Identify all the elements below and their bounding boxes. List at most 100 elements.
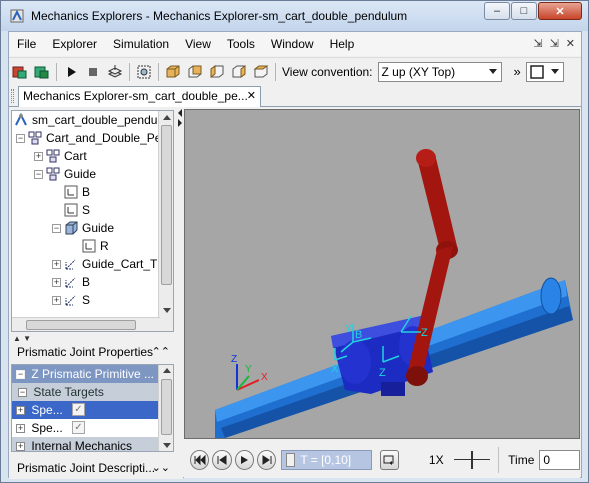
scroll-down-icon[interactable] xyxy=(163,443,171,448)
dock-icon[interactable]: ⇲ xyxy=(550,37,559,50)
collapse-icon[interactable]: − xyxy=(16,370,25,380)
expand-icon[interactable]: + xyxy=(52,259,61,269)
open-model-icon xyxy=(12,66,27,78)
time-scrubber-handle[interactable] xyxy=(286,453,296,467)
expand-icon[interactable]: + xyxy=(16,424,25,434)
property-row[interactable]: + Spe... ✓ xyxy=(12,419,159,437)
tree-item[interactable]: + Guide_Cart_T xyxy=(52,255,157,273)
play-pause-button[interactable] xyxy=(234,450,254,470)
tab-mechanics-explorer[interactable]: Mechanics Explorer-sm_cart_double_pe... … xyxy=(18,86,261,107)
drag-grip-icon[interactable] xyxy=(11,89,14,103)
minimize-button[interactable]: – xyxy=(484,2,510,20)
view-front-button[interactable] xyxy=(162,61,184,83)
cart-double-pendulum-scene[interactable]: Y B Z X Z Z X Y xyxy=(185,110,580,439)
expand-panel-icon[interactable]: ⌄⌄ xyxy=(152,458,170,478)
maximize-button[interactable]: □ xyxy=(511,2,537,20)
tree-root[interactable]: sm_cart_double_pendul xyxy=(14,111,160,129)
scroll-up-icon[interactable] xyxy=(163,115,171,120)
tree-item[interactable]: + S xyxy=(52,291,90,309)
app-window: Mechanics Explorers - Mechanics Explorer… xyxy=(0,0,589,483)
section-row[interactable]: − Z Prismatic Primitive ... xyxy=(12,365,159,383)
menu-file[interactable]: File xyxy=(9,32,44,56)
step-back-button[interactable] xyxy=(212,450,232,470)
tree-horizontal-scrollbar[interactable] xyxy=(12,317,160,331)
menu-explorer[interactable]: Explorer xyxy=(44,32,105,56)
view-top-button[interactable] xyxy=(250,61,272,83)
property-row[interactable]: + Spe... ✓ xyxy=(12,401,159,419)
frame-port-icon xyxy=(64,185,78,199)
section-label: Z Prismatic Primitive ... xyxy=(31,367,155,381)
section-row[interactable]: + Internal Mechanics xyxy=(12,437,159,452)
view-left-button[interactable] xyxy=(206,61,228,83)
close-tab-icon[interactable]: ✕ xyxy=(247,87,256,106)
collapse-icon[interactable]: − xyxy=(34,169,43,179)
stack-button[interactable] xyxy=(104,61,126,83)
properties-header[interactable]: Prismatic Joint Properties ⌃⌃ xyxy=(11,341,174,363)
loop-button[interactable] xyxy=(379,450,399,470)
close-document-icon[interactable]: ✕ xyxy=(566,37,575,50)
vertical-splitter[interactable] xyxy=(177,108,183,479)
property-checkbox[interactable]: ✓ xyxy=(72,403,85,416)
property-checkbox[interactable]: ✓ xyxy=(72,421,85,434)
expand-icon[interactable]: + xyxy=(52,295,61,305)
stop-button[interactable] xyxy=(82,61,104,83)
play-button[interactable] xyxy=(60,61,82,83)
tree-label: sm_cart_double_pendul xyxy=(32,113,161,127)
expand-icon[interactable]: + xyxy=(16,442,25,451)
scroll-thumb[interactable] xyxy=(161,125,172,285)
tree-item[interactable]: B xyxy=(64,183,90,201)
scroll-up-icon[interactable] xyxy=(163,368,171,373)
rewind-button[interactable] xyxy=(190,450,210,470)
collapse-icon[interactable]: − xyxy=(16,133,25,143)
collapse-left-icon[interactable] xyxy=(177,108,183,128)
view-right-button[interactable] xyxy=(228,61,250,83)
step-forward-button[interactable] xyxy=(256,450,277,470)
tree-item[interactable]: − Guide xyxy=(34,165,96,183)
properties-scrollbar[interactable] xyxy=(158,365,173,451)
tree-item[interactable]: + Cart xyxy=(34,147,87,165)
expand-icon[interactable]: + xyxy=(34,151,43,161)
menu-simulation[interactable]: Simulation xyxy=(105,32,177,56)
menu-view[interactable]: View xyxy=(177,32,219,56)
expand-icon[interactable]: + xyxy=(52,277,61,287)
collapse-panel-icon[interactable]: ⌃⌃ xyxy=(152,341,170,363)
toolbar-overflow-button[interactable]: » xyxy=(514,64,521,79)
playback-speed-slider[interactable] xyxy=(453,450,491,470)
section-label: Internal Mechanics xyxy=(31,439,133,452)
solid-icon xyxy=(65,221,78,235)
layout-select[interactable] xyxy=(525,61,564,82)
layers-icon xyxy=(107,64,123,78)
close-button[interactable]: ✕ xyxy=(538,2,582,20)
view-convention-select[interactable]: Z up (XY Top) xyxy=(377,61,502,82)
collapse-icon[interactable]: − xyxy=(18,388,27,398)
tree-item[interactable]: − Cart_and_Double_Pe xyxy=(16,129,161,147)
menu-window[interactable]: Window xyxy=(263,32,322,56)
open-model-button[interactable] xyxy=(9,61,31,83)
undock-icon[interactable]: ⇲ xyxy=(533,37,542,50)
menu-help[interactable]: Help xyxy=(322,32,363,56)
scroll-thumb[interactable] xyxy=(161,379,172,435)
view-convention-value: Z up (XY Top) xyxy=(381,64,456,79)
time-input[interactable]: 0 xyxy=(539,450,581,470)
menu-tools[interactable]: Tools xyxy=(219,32,263,56)
fit-to-view-button[interactable] xyxy=(133,61,155,83)
description-header[interactable]: Prismatic Joint Descripti... ⌄⌄ xyxy=(11,458,174,478)
maximize-icon: □ xyxy=(520,5,528,17)
tree-item[interactable]: − Guide xyxy=(52,219,114,237)
tree-vertical-scrollbar[interactable] xyxy=(158,111,173,331)
time-range-field[interactable]: T = [0,10] xyxy=(281,450,372,470)
subsection-row[interactable]: − State Targets xyxy=(12,383,159,401)
tree-item[interactable]: S xyxy=(64,201,90,219)
collapse-icon[interactable]: − xyxy=(52,223,61,233)
frame-port-icon xyxy=(82,239,96,253)
scroll-thumb[interactable] xyxy=(26,320,136,330)
3d-viewport[interactable]: Y B Z X Z Z X Y xyxy=(184,109,580,439)
tree-item[interactable]: + B xyxy=(52,273,90,291)
save-model-button[interactable] xyxy=(31,61,53,83)
close-icon: ✕ xyxy=(555,5,565,18)
scroll-down-icon[interactable] xyxy=(163,308,171,313)
view-back-button[interactable] xyxy=(184,61,206,83)
slider-knob[interactable] xyxy=(470,451,473,469)
expand-icon[interactable]: + xyxy=(16,406,25,416)
tree-item[interactable]: R xyxy=(82,237,109,255)
